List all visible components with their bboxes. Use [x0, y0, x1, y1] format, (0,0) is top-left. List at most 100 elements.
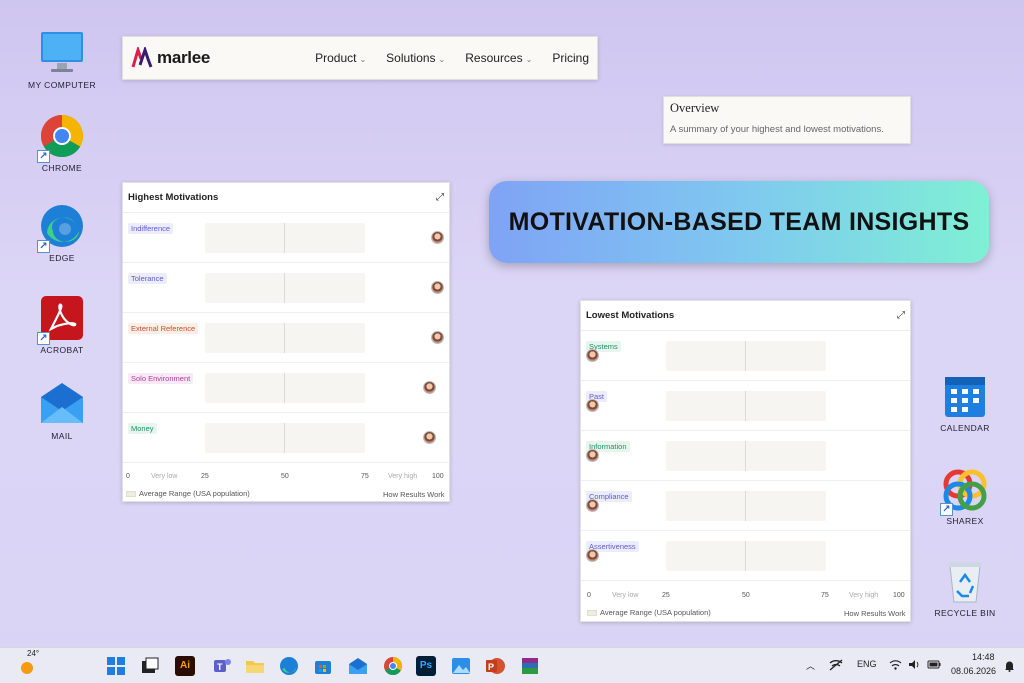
- clock-time[interactable]: 14:48: [972, 652, 995, 662]
- midpoint-line: [284, 273, 285, 303]
- avatar[interactable]: [423, 381, 436, 394]
- avatar[interactable]: [586, 549, 599, 562]
- avatar[interactable]: [586, 399, 599, 412]
- desktop-icon-label: CALENDAR: [940, 423, 990, 433]
- average-range-bar: [666, 541, 826, 571]
- volume-icon[interactable]: [908, 659, 921, 672]
- average-range-bar: [666, 441, 826, 471]
- illustrator-icon[interactable]: Ai: [175, 656, 195, 676]
- midpoint-line: [745, 541, 746, 571]
- nav-product[interactable]: Product ⌄: [315, 51, 366, 65]
- overview-title: Overview: [670, 101, 720, 115]
- legend-swatch: [126, 490, 136, 497]
- desktop-icon-recycle-bin[interactable]: RECYCLE BIN: [920, 558, 1010, 618]
- motivation-row: Money: [123, 413, 449, 463]
- marlee-logo-text[interactable]: marlee: [157, 48, 210, 68]
- task-view-icon[interactable]: [140, 656, 160, 676]
- notification-bell-icon[interactable]: [1004, 660, 1015, 674]
- acrobat-icon: ↗: [37, 295, 85, 345]
- motivation-row: Systems: [581, 331, 910, 381]
- midpoint-line: [284, 423, 285, 453]
- photos-icon[interactable]: [451, 656, 471, 676]
- svg-text:P: P: [488, 662, 494, 672]
- motivation-row: Past: [581, 381, 910, 431]
- wifi-icon[interactable]: [889, 659, 902, 672]
- scale-50: 50: [281, 473, 289, 480]
- nav-pricing[interactable]: Pricing: [552, 51, 589, 65]
- desktop-icon-calendar[interactable]: CALENDAR: [920, 373, 1010, 433]
- start-icon[interactable]: [106, 656, 126, 676]
- mail-taskbar-icon[interactable]: [348, 656, 368, 676]
- motivation-row: Assertiveness: [581, 531, 910, 581]
- desktop-icon-sharex[interactable]: ↗ SHAREX: [920, 466, 1010, 526]
- store-icon[interactable]: [313, 656, 333, 676]
- avatar[interactable]: [431, 281, 444, 294]
- mail-icon: [39, 381, 85, 427]
- average-range-bar: [205, 223, 365, 253]
- midpoint-line: [284, 373, 285, 403]
- marlee-navbar: marlee Product ⌄ Solutions ⌄ Resources ⌄ Pr…: [122, 36, 598, 80]
- powerpoint-icon[interactable]: P: [485, 656, 505, 676]
- midpoint-line: [284, 323, 285, 353]
- sun-icon: [21, 662, 33, 674]
- edge-taskbar-icon[interactable]: [279, 656, 299, 676]
- desktop-icon-mail[interactable]: MAIL: [17, 381, 107, 441]
- avatar[interactable]: [431, 331, 444, 344]
- motivation-row: Tolerance: [123, 263, 449, 313]
- scale-100: 100: [432, 473, 444, 480]
- language-indicator[interactable]: ENG: [857, 659, 877, 669]
- photoshop-icon[interactable]: Ps: [416, 656, 436, 676]
- desktop-icon-my-computer[interactable]: MY COMPUTER: [17, 30, 107, 90]
- scale-very-high: Very high: [849, 592, 879, 599]
- midpoint-line: [745, 341, 746, 371]
- winrar-icon[interactable]: [520, 656, 540, 676]
- svg-text:T: T: [217, 662, 223, 672]
- midpoint-line: [745, 391, 746, 421]
- weather-widget[interactable]: 24°: [18, 649, 39, 676]
- avatar[interactable]: [586, 449, 599, 462]
- chevron-up-icon[interactable]: ︿: [806, 659, 815, 672]
- nav-solutions[interactable]: Solutions ⌄: [386, 51, 445, 65]
- scale-0: 0: [126, 473, 130, 480]
- avatar[interactable]: [423, 431, 436, 444]
- average-range-legend: Average Range (USA population): [587, 608, 711, 617]
- expand-icon[interactable]: ⤢: [897, 310, 905, 321]
- battery-icon[interactable]: [927, 659, 941, 672]
- desktop-icon-label: CHROME: [41, 163, 83, 173]
- desktop-icon-label: MY COMPUTER: [28, 80, 96, 90]
- motivation-row: Solo Environment: [123, 363, 449, 413]
- chrome-taskbar-icon[interactable]: [383, 656, 403, 676]
- average-range-bar: [205, 423, 365, 453]
- average-range-bar: [666, 341, 826, 371]
- network-off-icon[interactable]: [829, 659, 843, 673]
- avatar[interactable]: [586, 499, 599, 512]
- how-results-work-link[interactable]: How Results Work: [844, 609, 906, 618]
- recycle-bin-icon: [942, 558, 988, 604]
- motivation-row: Compliance: [581, 481, 910, 531]
- chevron-down-icon: ⌄: [438, 55, 446, 64]
- how-results-work-link[interactable]: How Results Work: [383, 490, 445, 499]
- average-range-bar: [666, 491, 826, 521]
- average-range-bar: [666, 391, 826, 421]
- clock-date[interactable]: 08.06.2026: [951, 666, 996, 676]
- scale-very-low: Very low: [612, 592, 639, 599]
- marlee-logo-icon[interactable]: [131, 44, 153, 69]
- avatar[interactable]: [431, 231, 444, 244]
- file-explorer-icon[interactable]: [245, 656, 265, 676]
- desktop-icon-edge[interactable]: ↗ EDGE: [17, 203, 107, 263]
- desktop-icon-acrobat[interactable]: ↗ ACROBAT: [17, 295, 107, 355]
- highest-motivations-panel: Highest Motivations ⤢ Indifference Tolera…: [122, 182, 450, 502]
- scale-100: 100: [893, 592, 905, 599]
- scale-75: 75: [821, 592, 829, 599]
- motivation-label: Money: [128, 423, 157, 434]
- desktop-icon-label: RECYCLE BIN: [934, 608, 996, 618]
- monitor-icon: [39, 30, 85, 76]
- motivation-label: External Reference: [128, 323, 199, 334]
- expand-icon[interactable]: ⤢: [436, 192, 444, 203]
- motivation-row: Information: [581, 431, 910, 481]
- desktop-icon-chrome[interactable]: ↗ CHROME: [17, 113, 107, 173]
- teams-icon[interactable]: T: [212, 656, 232, 676]
- avatar[interactable]: [586, 349, 599, 362]
- edge-icon: ↗: [37, 203, 85, 253]
- nav-resources[interactable]: Resources ⌄: [465, 51, 532, 65]
